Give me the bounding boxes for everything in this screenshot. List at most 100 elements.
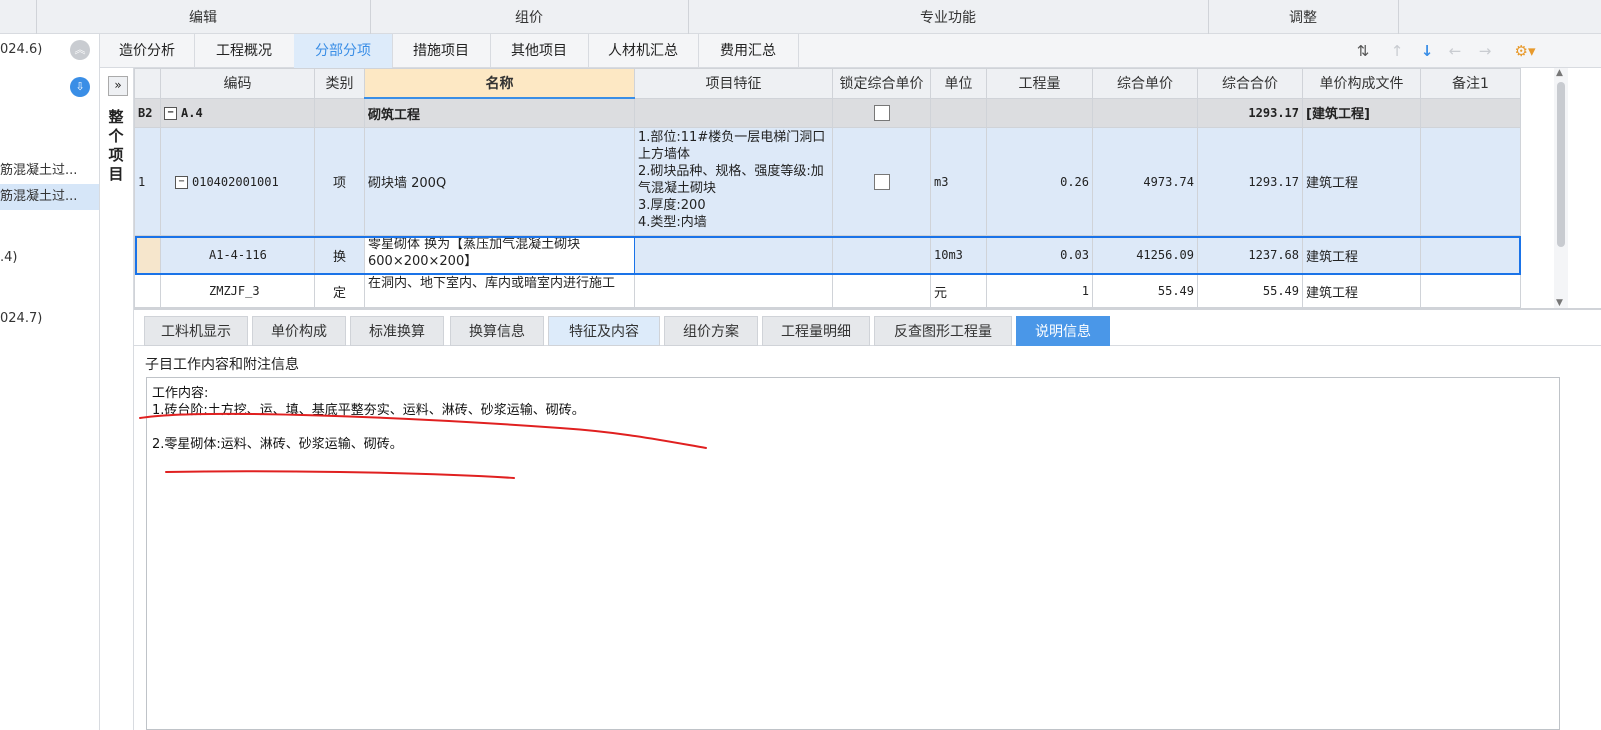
scroll-up-icon[interactable]: ▲: [1556, 68, 1563, 78]
description-title: 子目工作内容和附注信息: [145, 357, 299, 373]
column-header[interactable]: 名称: [364, 68, 635, 99]
column-header[interactable]: 综合单价: [1092, 68, 1198, 99]
ribbon-group-edit[interactable]: 编辑: [36, 0, 370, 34]
row-name[interactable]: 砌块墙 200Q: [364, 127, 635, 236]
splitter[interactable]: [134, 308, 1601, 310]
project-tree-panel: 024.6) ︽ ⇩ 筋混凝土过... 筋混凝土过... .4) 024.7): [0, 34, 100, 730]
row-quantity[interactable]: 1: [986, 274, 1093, 308]
ribbon-bar: 编辑 组价 专业功能 调整: [0, 0, 1601, 34]
ribbon-group-pricing[interactable]: 组价: [370, 0, 688, 34]
grid-vertical-scrollbar[interactable]: ▲ ▼: [1554, 68, 1568, 308]
whole-project-strip: » 整个项目: [100, 68, 134, 730]
tab-other-items[interactable]: 其他项目: [490, 34, 589, 68]
table-row-group[interactable]: B2 − A.4 砌筑工程 1293.17 [建筑工程]: [134, 97, 1521, 128]
row-price-file: [建筑工程]: [1302, 97, 1421, 128]
feature-line: 2.砌块品种、规格、强度等级:加气混凝土砌块: [638, 164, 824, 196]
column-header[interactable]: 备注1: [1420, 68, 1521, 99]
row-unit: 10m3: [930, 235, 987, 275]
settings-icon[interactable]: ⚙▾: [1514, 40, 1536, 62]
tab-project-overview[interactable]: 工程概况: [194, 34, 295, 68]
tree-item[interactable]: 024.7): [0, 311, 42, 326]
column-header[interactable]: 编码: [160, 68, 315, 99]
collapse-icon[interactable]: −: [175, 175, 188, 189]
description-line: 2.零星砌体:运料、淋砖、砂浆运输、砌砖。: [152, 437, 403, 452]
lock-price-checkbox[interactable]: [873, 104, 890, 121]
tab-pricing-scheme[interactable]: 组价方案: [664, 316, 758, 346]
description-text-area[interactable]: 工作内容: 1.砖台阶:土方挖、运、填、基底平整夯实、运料、淋砖、砂浆运输、砌砖…: [146, 377, 1560, 730]
row-type: 换: [314, 235, 365, 275]
column-header[interactable]: 锁定综合单价: [832, 68, 931, 99]
row-index: [134, 274, 161, 308]
tree-item[interactable]: .4): [0, 250, 17, 265]
table-row-selected[interactable]: A1-4-116 换 零星砌体 换为【蒸压加气混凝土砌块600×200×200】…: [134, 235, 1521, 275]
column-header[interactable]: 类别: [314, 68, 365, 99]
double-chevron-up-icon[interactable]: ︽: [70, 40, 90, 60]
column-header[interactable]: 单价构成文件: [1302, 68, 1421, 99]
row-total-price: 1293.17: [1197, 97, 1303, 128]
move-left-icon[interactable]: ←: [1444, 40, 1466, 62]
row-total-price: 1293.17: [1197, 127, 1303, 236]
tab-standard-conversion[interactable]: 标准换算: [350, 316, 444, 346]
tree-item-selected[interactable]: 筋混凝土过...: [0, 184, 99, 210]
scroll-down-icon[interactable]: ▼: [1556, 298, 1563, 308]
row-quantity[interactable]: 0.03: [986, 235, 1093, 275]
feature-line: 4.类型:内墙: [638, 215, 707, 230]
column-header[interactable]: 单位: [930, 68, 987, 99]
ribbon-group-adjust[interactable]: 调整: [1208, 0, 1398, 34]
tab-description-info[interactable]: 说明信息: [1016, 316, 1110, 346]
table-row[interactable]: 1 −010402001001 项 砌块墙 200Q 1.部位:11#楼负一层电…: [134, 127, 1521, 236]
column-header[interactable]: 工程量: [986, 68, 1093, 99]
row-code: ZMZJF_3: [160, 274, 315, 308]
move-up-icon[interactable]: ↑: [1386, 40, 1408, 62]
tab-labor-material-summary[interactable]: 人材机汇总: [588, 34, 699, 68]
download-icon[interactable]: ⇩: [70, 77, 90, 97]
sub-items-grid: 编码 类别 名称 项目特征 锁定综合单价 单位 工程量 综合单价 综合合价 单价…: [134, 68, 1524, 308]
expand-panel-icon[interactable]: »: [108, 76, 128, 96]
table-header-row: 编码 类别 名称 项目特征 锁定综合单价 单位 工程量 综合单价 综合合价 单价…: [134, 68, 1521, 99]
tab-sub-items[interactable]: 分部分项: [294, 34, 393, 68]
scrollbar-thumb[interactable]: [1557, 82, 1565, 247]
row-unit: 元: [930, 274, 987, 308]
row-quantity[interactable]: 0.26: [986, 127, 1093, 236]
tab-measures[interactable]: 措施项目: [392, 34, 491, 68]
tab-labor-material-display[interactable]: 工料机显示: [144, 316, 248, 346]
row-code: 010402001001: [192, 174, 279, 189]
ribbon-group-professional[interactable]: 专业功能: [688, 0, 1208, 34]
tree-item-version[interactable]: 024.6): [0, 42, 42, 57]
lock-price-checkbox[interactable]: [873, 173, 890, 190]
row-name[interactable]: 在洞内、地下室内、库内或暗室内进行施工: [364, 274, 635, 308]
tab-reverse-lookup-quantity[interactable]: 反查图形工程量: [874, 316, 1012, 346]
row-name[interactable]: 砌筑工程: [364, 97, 635, 128]
tab-quantity-details[interactable]: 工程量明细: [762, 316, 870, 346]
tree-item[interactable]: 筋混凝土过...: [0, 158, 99, 184]
whole-project-label[interactable]: 整个项目: [107, 108, 125, 184]
row-price-file: 建筑工程: [1302, 235, 1421, 275]
row-index: [134, 235, 161, 275]
row-unit-price: 4973.74: [1092, 127, 1198, 236]
collapse-icon[interactable]: −: [164, 106, 177, 120]
tab-features-content[interactable]: 特征及内容: [548, 316, 660, 346]
row-type: 项: [314, 127, 365, 236]
move-down-icon[interactable]: ↓: [1416, 40, 1438, 62]
tab-conversion-info[interactable]: 换算信息: [450, 316, 544, 346]
row-code: A1-4-116: [160, 235, 315, 275]
row-code: A.4: [181, 105, 203, 120]
row-unit: m3: [930, 127, 987, 236]
table-row[interactable]: ZMZJF_3 定 在洞内、地下室内、库内或暗室内进行施工 元 1 55.49 …: [134, 274, 1521, 308]
row-name-editor[interactable]: 零星砌体 换为【蒸压加气混凝土砌块600×200×200】: [364, 235, 635, 275]
detail-tab-bar: 工料机显示 单价构成 标准换算 换算信息 特征及内容 组价方案 工程量明细 反查…: [134, 314, 1601, 346]
move-right-icon[interactable]: →: [1474, 40, 1496, 62]
sort-icon[interactable]: ⇅: [1352, 40, 1374, 62]
column-header[interactable]: 综合合价: [1197, 68, 1303, 99]
tab-unit-price-composition[interactable]: 单价构成: [252, 316, 346, 346]
tab-cost-summary[interactable]: 费用汇总: [698, 34, 799, 68]
row-index: B2: [134, 97, 161, 128]
column-header[interactable]: 项目特征: [634, 68, 833, 99]
feature-line: 1.部位:11#楼负一层电梯门洞口上方墙体: [638, 130, 826, 162]
tab-cost-analysis[interactable]: 造价分析: [100, 34, 195, 68]
ribbon-separator: [1398, 0, 1399, 34]
row-price-file: 建筑工程: [1302, 127, 1421, 236]
description-line: 1.砖台阶:土方挖、运、填、基底平整夯实、运料、淋砖、砂浆运输、砌砖。: [152, 403, 585, 418]
row-total-price: 55.49: [1197, 274, 1303, 308]
column-header[interactable]: [134, 68, 161, 99]
